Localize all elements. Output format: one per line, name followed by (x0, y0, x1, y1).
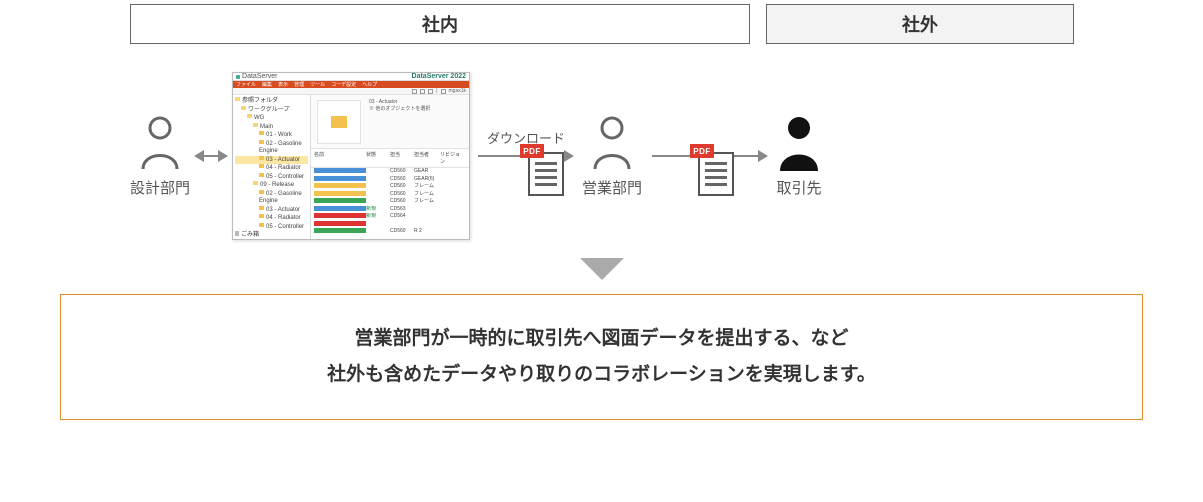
callout-line2: 社外も含めたデータやり取りのコラボレーションを実現します。 (81, 357, 1122, 393)
person-solid-icon (776, 115, 822, 171)
chevron-down-icon (580, 258, 624, 280)
tree-root[interactable]: 参照フォルダ (235, 97, 308, 106)
tree-node[interactable]: 05 - Controller (235, 173, 308, 182)
app-user: mgax1k (449, 88, 467, 94)
pdf-document: PDF (526, 150, 566, 198)
file-row[interactable]: 販売仕様書_v1.0.xlsxCD560R 2 (311, 228, 469, 236)
arrow-line (204, 155, 218, 157)
arrow-bidirectional (194, 150, 228, 162)
file-row[interactable]: 正式図_CD0646.pdf新規CD564 (311, 213, 469, 221)
file-col[interactable]: 名前 (314, 151, 366, 165)
tree-node[interactable]: WG (235, 114, 308, 123)
actor-design: 設計部門 (130, 115, 190, 198)
flow-row: 設計部門 DataServer DataServer 2022 ファイル 編集 … (130, 72, 1183, 240)
menu-item[interactable]: 表示 (278, 81, 288, 88)
file-row[interactable]: 価格部門別書.docx新規CD563 (311, 206, 469, 214)
tree-node[interactable]: 01 - Work (235, 131, 308, 140)
file-row[interactable]: CD0601-Drive1.SLDDRWCD560フレーム (311, 183, 469, 191)
file-row[interactable]: CD0601-Drive1.SLDPRTCD560フレーム (311, 191, 469, 199)
tree-node[interactable]: 03 - Actuator (235, 206, 308, 215)
header-external: 社外 (766, 4, 1074, 44)
preview-pane: 03 - Actuator ※ 他のオブジェクトを選択 (311, 95, 469, 149)
menu-item[interactable]: 編集 (262, 81, 272, 88)
header-internal: 社内 (130, 4, 750, 44)
callout-box: 営業部門が一時的に取引先へ図面データを提出する、など 社外も含めたデータやり取り… (60, 294, 1143, 420)
pdf-badge: PDF (520, 144, 544, 158)
file-col[interactable]: 担当 (390, 151, 414, 165)
tree-node[interactable]: Performance (235, 240, 308, 241)
file-row[interactable]: 製品マニュアル_v1.1.pdf (311, 221, 469, 229)
file-col[interactable]: 担当者 (414, 151, 440, 165)
tree-node[interactable]: ワークグループ (235, 106, 308, 115)
actor-customer: 取引先 (776, 115, 822, 198)
tree-node[interactable]: 04 - Radiator (235, 164, 308, 173)
tree-node[interactable]: 02 - Gasoline Engine (235, 140, 308, 156)
app-logo-icon (236, 75, 240, 79)
app-window: DataServer DataServer 2022 ファイル 編集 表示 管理… (232, 72, 470, 240)
tree-node[interactable]: 05 - Controller (235, 223, 308, 232)
menu-item[interactable]: コーデ設定 (331, 81, 356, 88)
pdf-badge: PDF (690, 144, 714, 158)
tool-icon[interactable] (412, 89, 417, 94)
actor-customer-label: 取引先 (777, 177, 822, 198)
tree-trash[interactable]: ごみ箱 (235, 231, 308, 240)
person-outline-icon (137, 115, 183, 171)
actor-sales-label: 営業部門 (582, 177, 642, 198)
preview-hint: ※ 他のオブジェクトを選択 (369, 106, 430, 113)
callout-line1: 営業部門が一時的に取引先へ図面データを提出する、など (81, 321, 1122, 357)
menu-item[interactable]: 管理 (294, 81, 304, 88)
arrow-left-icon (194, 150, 204, 162)
header-row: 社内 社外 (130, 4, 1183, 44)
actor-sales: 営業部門 (582, 115, 642, 198)
app-menubar[interactable]: ファイル 編集 表示 管理 ツール コーデ設定 ヘルプ (233, 81, 469, 88)
header-internal-label: 社内 (422, 11, 458, 37)
header-external-label: 社外 (902, 11, 938, 37)
tree-node[interactable]: Main (235, 123, 308, 132)
file-col[interactable]: 状態 (366, 151, 390, 165)
file-header-row: 名前 状態 担当 担当者 リビジョン (311, 149, 469, 168)
file-col[interactable]: リビジョン (440, 151, 462, 165)
tool-icon[interactable] (428, 89, 433, 94)
folder-tree[interactable]: 参照フォルダ ワークグループ WG Main 01 - Work 02 - Ga… (233, 95, 311, 240)
preview-title: 03 - Actuator (369, 99, 430, 106)
file-row[interactable]: CD0604-Drive1.MCDCD560GEAR(6) (311, 176, 469, 184)
tree-node[interactable]: 02 - Gasoline Engine (235, 190, 308, 206)
actor-design-label: 設計部門 (130, 177, 190, 198)
arrow-right-icon (758, 150, 768, 162)
menu-item[interactable]: ヘルプ (362, 81, 377, 88)
document-icon (528, 152, 564, 196)
tree-node[interactable]: 09 - Release (235, 181, 308, 190)
tool-icon[interactable] (420, 89, 425, 94)
tree-node[interactable]: 04 - Radiator (235, 214, 308, 223)
file-list[interactable]: co484.MCDCD560GEARCD0604-Drive1.MCDCD560… (311, 168, 469, 236)
app-titlebar: DataServer DataServer 2022 (233, 73, 469, 81)
preview-thumb (317, 100, 361, 144)
tree-node-selected[interactable]: 03 - Actuator (235, 156, 308, 165)
document-icon (698, 152, 734, 196)
menu-item[interactable]: ツール (310, 81, 325, 88)
file-row[interactable]: CD0601-Drive1.x_tCD560フレーム (311, 198, 469, 206)
pdf-document: PDF (696, 150, 736, 198)
folder-icon (331, 116, 347, 128)
menu-item[interactable]: ファイル (236, 81, 256, 88)
app-toolbar: | mgax1k (233, 88, 469, 95)
user-icon[interactable] (441, 89, 446, 94)
down-arrow (20, 258, 1183, 280)
app-name: DataServer (242, 73, 277, 80)
app-title-right: DataServer 2022 (412, 73, 467, 80)
file-row[interactable]: co484.MCDCD560GEAR (311, 168, 469, 176)
arrow-right-icon (218, 150, 228, 162)
person-outline-icon (589, 115, 635, 171)
